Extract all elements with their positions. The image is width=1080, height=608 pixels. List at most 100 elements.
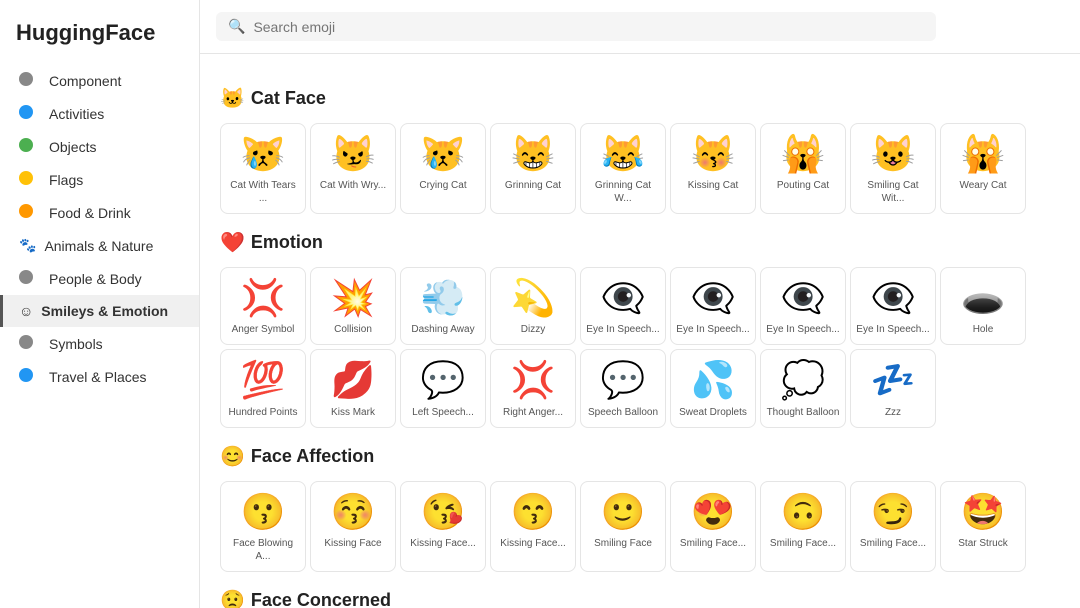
app-title[interactable]: HuggingFace [0, 10, 199, 64]
emoji-label: Pouting Cat [777, 179, 829, 192]
sidebar-icon-activities [19, 105, 41, 122]
emoji-symbol: 💢 [511, 358, 556, 401]
emoji-label: Left Speech... [412, 406, 474, 419]
emoji-cell[interactable]: 💥Collision [310, 267, 396, 345]
emoji-label: Hole [973, 323, 994, 336]
emoji-label: Face Blowing A... [225, 537, 301, 563]
emoji-cell[interactable]: 😏Smiling Face... [850, 481, 936, 572]
section-icon-emotion: ❤️ [220, 230, 245, 255]
emoji-cell[interactable]: 😍 Smiling Face... [670, 481, 756, 572]
emoji-cell[interactable]: 👁️‍🗨️Eye In Speech... [580, 267, 666, 345]
emoji-cell[interactable]: 🙀 Pouting Cat [760, 123, 846, 214]
emoji-label: Smiling Face [594, 537, 652, 550]
emoji-symbol: 😸 [511, 132, 556, 175]
emoji-symbol: 😿 [241, 132, 286, 175]
sidebar-item-flags[interactable]: Flags [0, 163, 199, 196]
emoji-cell[interactable]: 👁️‍🗨️Eye In Speech... [670, 267, 756, 345]
sidebar-item-activities[interactable]: Activities [0, 97, 199, 130]
emoji-label: Smiling Cat Wit... [855, 179, 931, 205]
sidebar-item-objects[interactable]: Objects [0, 130, 199, 163]
emoji-cell[interactable]: 💢 Anger Symbol [220, 267, 306, 345]
emoji-cell[interactable]: 💭Thought Balloon [760, 349, 846, 427]
sidebar-icon-animals-nature: 🐾 [19, 237, 36, 254]
emoji-label: Speech Balloon [588, 406, 658, 419]
emoji-cell[interactable]: 🙀Weary Cat [940, 123, 1026, 214]
emoji-symbol: 💫 [511, 276, 556, 319]
emoji-cell[interactable]: 💢 Right Anger... [490, 349, 576, 427]
emoji-symbol: 😹 [601, 132, 646, 175]
emoji-label: Smiling Face... [770, 537, 836, 550]
emoji-cell[interactable]: 💦Sweat Droplets [670, 349, 756, 427]
emoji-cell[interactable]: 🕳️ Hole [940, 267, 1026, 345]
emoji-cell[interactable]: 💯Hundred Points [220, 349, 306, 427]
emoji-cell[interactable]: 💤 Zzz [850, 349, 936, 427]
sidebar-label-animals-nature: Animals & Nature [44, 238, 153, 254]
emoji-cell[interactable]: 🙂Smiling Face [580, 481, 666, 572]
emoji-cell[interactable]: 😿Cat With Tears ... [220, 123, 306, 214]
emoji-symbol: 😏 [871, 490, 916, 533]
emoji-grid-face-affection: 😗Face Blowing A... 😚 Kissing Face 😘Kissing … [220, 481, 1060, 572]
sidebar-item-animals-nature[interactable]: 🐾 Animals & Nature [0, 229, 199, 262]
emoji-cell[interactable]: 😗Face Blowing A... [220, 481, 306, 572]
sidebar: HuggingFace Component ActivitiesObjects Fl… [0, 0, 200, 608]
emoji-cell[interactable]: 💋Kiss Mark [310, 349, 396, 427]
emoji-cell[interactable]: 😽Kissing Cat [670, 123, 756, 214]
emoji-cell[interactable]: 💬Left Speech... [400, 349, 486, 427]
sidebar-label-travel-places: Travel & Places [49, 369, 147, 385]
emoji-cell[interactable]: 😿Crying Cat [400, 123, 486, 214]
emoji-cell[interactable]: 😹Grinning Cat W... [580, 123, 666, 214]
section-icon-face-concerned: 😟 [220, 588, 245, 608]
sidebar-label-flags: Flags [49, 172, 83, 188]
section-header-cat-face: 🐱Cat Face [220, 86, 1060, 111]
emoji-label: Cat With Wry... [320, 179, 386, 192]
emoji-symbol: 😙 [511, 490, 556, 533]
emoji-symbol: 💢 [241, 276, 286, 319]
sidebar-item-symbols[interactable]: Symbols [0, 327, 199, 360]
emoji-symbol: 😍 [691, 490, 736, 533]
emoji-cell[interactable]: 😺 Smiling Cat Wit... [850, 123, 936, 214]
emoji-symbol: 😺 [871, 132, 916, 175]
emoji-cell[interactable]: 🤩Star Struck [940, 481, 1026, 572]
emoji-cell[interactable]: 💬Speech Balloon [580, 349, 666, 427]
sidebar-item-smileys-emotion[interactable]: ☺Smileys & Emotion [0, 295, 199, 327]
emoji-cell[interactable]: 💨Dashing Away [400, 267, 486, 345]
emoji-label: Kissing Face... [500, 537, 566, 550]
emoji-symbol: 💤 [871, 358, 916, 401]
search-input[interactable] [253, 19, 853, 35]
sidebar-item-travel-places[interactable]: Travel & Places [0, 360, 199, 393]
emoji-symbol: 😚 [331, 490, 376, 533]
emoji-symbol: 🙃 [781, 490, 826, 533]
emoji-label: Kissing Face [324, 537, 381, 550]
emoji-label: Smiling Face... [680, 537, 746, 550]
emoji-cell[interactable]: 😘Kissing Face... [400, 481, 486, 572]
sidebar-label-people-body: People & Body [49, 271, 142, 287]
sidebar-item-food-drink[interactable]: Food & Drink [0, 196, 199, 229]
emoji-label: Zzz [885, 406, 901, 419]
emoji-symbol: 👁️‍🗨️ [781, 276, 826, 319]
emoji-symbol: 👁️‍🗨️ [871, 276, 916, 319]
emoji-label: Anger Symbol [232, 323, 295, 336]
emoji-cell[interactable]: 😚 Kissing Face [310, 481, 396, 572]
emoji-cell[interactable]: 👁️‍🗨️Eye In Speech... [850, 267, 936, 345]
emoji-symbol: 🙀 [781, 132, 826, 175]
sidebar-item-people-body[interactable]: People & Body [0, 262, 199, 295]
emoji-symbol: 💭 [781, 358, 826, 401]
emoji-symbol: 💯 [241, 358, 286, 401]
emoji-symbol: 💥 [331, 276, 376, 319]
emoji-symbol: 🕳️ [961, 276, 1006, 319]
emoji-cell[interactable]: 💫Dizzy [490, 267, 576, 345]
emoji-cell[interactable]: 👁️‍🗨️Eye In Speech... [760, 267, 846, 345]
emoji-label: Right Anger... [503, 406, 563, 419]
sidebar-label-component: Component [49, 73, 121, 89]
emoji-cell[interactable]: 😼Cat With Wry... [310, 123, 396, 214]
sidebar-nav: Component ActivitiesObjects Flags Food & Dr… [0, 64, 199, 393]
emoji-grid-cat-face: 😿Cat With Tears ...😼Cat With Wry...😿Cryi… [220, 123, 1060, 214]
emoji-cell[interactable]: 🙃 Smiling Face... [760, 481, 846, 572]
sidebar-item-component[interactable]: Component [0, 64, 199, 97]
emoji-cell[interactable]: 😸 Grinning Cat [490, 123, 576, 214]
emoji-label: Grinning Cat [505, 179, 561, 192]
sidebar-icon-food-drink [19, 204, 41, 221]
emoji-cell[interactable]: 😙 Kissing Face... [490, 481, 576, 572]
section-header-emotion: ❤️Emotion [220, 230, 1060, 255]
emoji-label: Dashing Away [411, 323, 474, 336]
